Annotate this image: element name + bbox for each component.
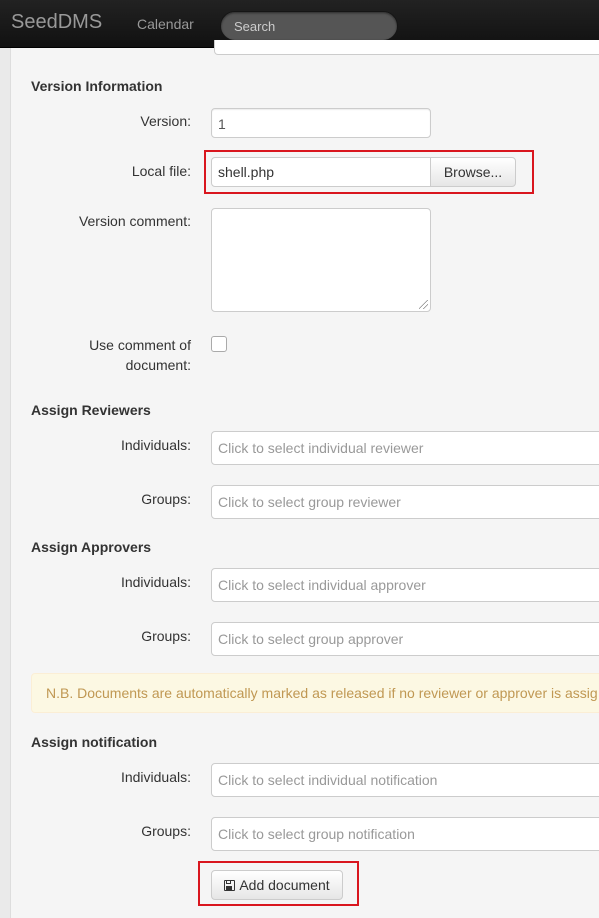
version-information-title: Version Information: [31, 78, 163, 94]
local-file-label: Local file:: [131, 163, 191, 179]
notification-groups-select[interactable]: Click to select group notification: [211, 817, 599, 851]
version-input[interactable]: 1: [211, 108, 431, 138]
approvers-individuals-select[interactable]: Click to select individual approver: [211, 568, 599, 602]
approvers-groups-label: Groups:: [141, 628, 191, 644]
assign-approvers-title: Assign Approvers: [31, 539, 152, 555]
use-comment-label-line1: Use comment of: [89, 337, 191, 353]
version-comment-textarea[interactable]: [211, 208, 431, 312]
version-comment-label: Version comment:: [78, 213, 191, 229]
approvers-individuals-label: Individuals:: [120, 574, 191, 590]
reviewers-groups-label: Groups:: [141, 491, 191, 507]
highlight-box-local-file: [204, 150, 534, 194]
reviewers-groups-select[interactable]: Click to select group reviewer: [211, 485, 599, 519]
search-input[interactable]: [220, 11, 398, 41]
assign-reviewers-title: Assign Reviewers: [31, 402, 151, 418]
notification-individuals-label: Individuals:: [120, 769, 191, 785]
release-notice-alert: N.B. Documents are automatically marked …: [31, 673, 599, 713]
version-label: Version:: [140, 113, 191, 129]
previous-field-bottom: [214, 40, 599, 55]
brand-link[interactable]: SeedDMS: [11, 11, 102, 34]
approvers-groups-select[interactable]: Click to select group approver: [211, 622, 599, 656]
use-comment-checkbox[interactable]: [211, 336, 227, 352]
highlight-box-add-document: [198, 861, 359, 906]
use-comment-label-line2: document:: [125, 357, 191, 373]
page-left-edge: [0, 48, 11, 918]
notification-groups-label: Groups:: [141, 823, 191, 839]
reviewers-individuals-label: Individuals:: [120, 437, 191, 453]
calendar-link[interactable]: Calendar: [137, 16, 194, 32]
assign-notification-title: Assign notification: [31, 734, 157, 750]
reviewers-individuals-select[interactable]: Click to select individual reviewer: [211, 431, 599, 465]
resize-grip-icon[interactable]: [419, 300, 428, 309]
notification-individuals-select[interactable]: Click to select individual notification: [211, 763, 599, 797]
